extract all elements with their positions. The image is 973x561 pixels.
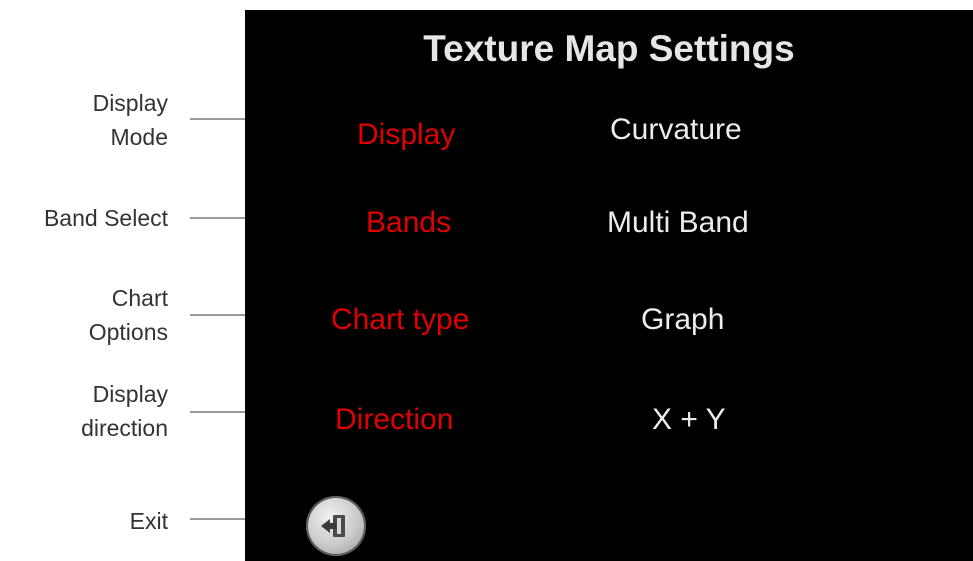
setting-value-chart-type[interactable]: Graph bbox=[641, 303, 724, 337]
setting-value-direction[interactable]: X + Y bbox=[652, 403, 726, 437]
setting-label-chart-type[interactable]: Chart type bbox=[331, 303, 469, 337]
annotation-display-mode: Display Mode bbox=[92, 90, 168, 150]
setting-label-direction[interactable]: Direction bbox=[335, 403, 453, 437]
annotation-band-select: Band Select bbox=[43, 205, 168, 231]
annotation-exit: Exit bbox=[129, 508, 168, 534]
exit-button[interactable] bbox=[306, 496, 366, 556]
setting-value-bands[interactable]: Multi Band bbox=[607, 206, 749, 240]
annotation-chart-options: Chart Options bbox=[88, 285, 168, 345]
screen-title: Texture Map Settings bbox=[423, 28, 795, 69]
exit-icon bbox=[321, 515, 345, 537]
texture-map-settings-screen: Texture Map Settings Display Curvature B… bbox=[245, 10, 973, 561]
annotation-display-direction: Display direction bbox=[81, 381, 168, 441]
setting-label-display[interactable]: Display bbox=[357, 118, 455, 152]
setting-label-bands[interactable]: Bands bbox=[366, 206, 451, 240]
setting-value-display[interactable]: Curvature bbox=[610, 113, 742, 147]
